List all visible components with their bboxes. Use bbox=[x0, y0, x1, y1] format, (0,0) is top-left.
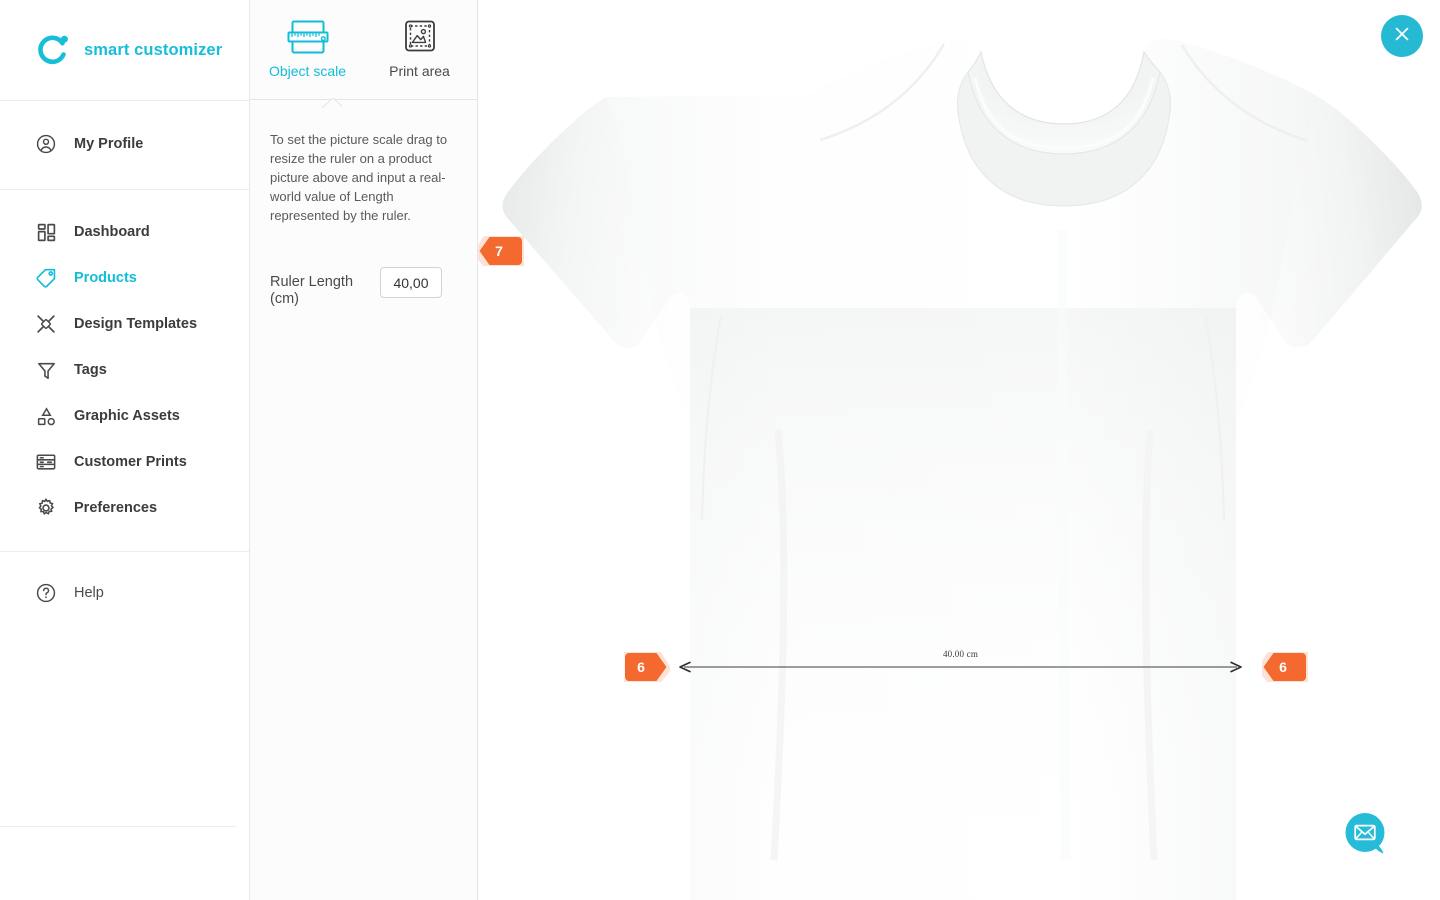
scale-ruler[interactable]: 40.00 cm bbox=[678, 649, 1243, 673]
sidebar-item-label: Customer Prints bbox=[74, 454, 187, 470]
sidebar-item-label: Products bbox=[74, 270, 137, 286]
design-templates-icon bbox=[34, 312, 58, 336]
gear-icon bbox=[34, 496, 58, 520]
sidebar-item-my-profile[interactable]: My Profile bbox=[0, 121, 249, 167]
ruler-measure-label: 40.00 cm bbox=[942, 649, 979, 659]
active-tab-caret bbox=[322, 98, 342, 108]
close-icon bbox=[1393, 25, 1411, 48]
sidebar-item-label: Design Templates bbox=[74, 316, 198, 332]
sidebar-item-label: My Profile bbox=[74, 136, 144, 152]
product-canvas[interactable]: 40.00 cm bbox=[478, 0, 1440, 900]
sidebar-item-products[interactable]: Products bbox=[0, 255, 249, 301]
circle-dot-logo-icon bbox=[36, 33, 70, 67]
shapes-icon bbox=[34, 404, 58, 428]
sidebar-item-label: Tags bbox=[74, 362, 107, 378]
sidebar-group-help: Help bbox=[0, 552, 249, 616]
badge-shape: 7 bbox=[478, 236, 524, 266]
tab-label: Object scale bbox=[268, 63, 347, 79]
object-scale-panel: Object scale Print area To set the pictu… bbox=[250, 0, 478, 900]
prints-icon bbox=[34, 450, 58, 474]
sidebar-item-label: Dashboard bbox=[74, 224, 150, 240]
sidebar-item-label: Graphic Assets bbox=[74, 408, 180, 424]
badge-label: 6 bbox=[1279, 659, 1287, 675]
question-circle-icon bbox=[34, 581, 58, 605]
sidebar-item-help[interactable]: Help bbox=[0, 570, 249, 616]
close-button[interactable] bbox=[1381, 15, 1423, 57]
app-root: smart customizer My Profile Dashboard Pr… bbox=[0, 0, 1440, 900]
sidebar-group-profile: My Profile bbox=[0, 101, 249, 189]
sidebar-item-dashboard[interactable]: Dashboard bbox=[0, 209, 249, 255]
panel-description: To set the picture scale drag to resize … bbox=[270, 132, 448, 223]
white-tshirt-image bbox=[478, 0, 1440, 900]
tab-print-area[interactable]: Print area bbox=[381, 17, 459, 79]
badge-6-ruler-left-handle: 6 bbox=[624, 652, 670, 682]
sidebar: smart customizer My Profile Dashboard Pr… bbox=[0, 0, 250, 900]
badge-7-ruler-length: 7 bbox=[478, 236, 524, 266]
funnel-icon bbox=[34, 358, 58, 382]
badge-shape: 6 bbox=[624, 652, 670, 682]
panel-body: To set the picture scale drag to resize … bbox=[250, 100, 477, 308]
brand-name: smart customizer bbox=[84, 40, 223, 59]
ruler-length-field: Ruler Length (cm) bbox=[270, 267, 457, 308]
tab-label: Print area bbox=[389, 63, 450, 79]
sidebar-item-label: Help bbox=[74, 585, 104, 601]
badge-shape: 6 bbox=[1262, 652, 1308, 682]
badge-label: 7 bbox=[495, 243, 503, 259]
user-circle-icon bbox=[34, 132, 58, 156]
sidebar-divider-3 bbox=[0, 826, 236, 827]
envelope-chat-icon bbox=[1342, 813, 1390, 862]
sidebar-item-graphic-assets[interactable]: Graphic Assets bbox=[0, 393, 249, 439]
badge-6-ruler-right-handle: 6 bbox=[1262, 652, 1308, 682]
sidebar-item-customer-prints[interactable]: Customer Prints bbox=[0, 439, 249, 485]
dashboard-grid-icon bbox=[34, 220, 58, 244]
tab-object-scale[interactable]: Object scale bbox=[269, 17, 347, 79]
ruler-length-label: Ruler Length (cm) bbox=[270, 274, 354, 307]
tag-icon bbox=[34, 266, 58, 290]
sidebar-item-preferences[interactable]: Preferences bbox=[0, 485, 249, 531]
sidebar-group-main: Dashboard Products Design Templates Tags… bbox=[0, 190, 249, 551]
panel-tabs: Object scale Print area bbox=[250, 0, 477, 108]
chat-button[interactable] bbox=[1342, 810, 1390, 858]
sidebar-item-label: Preferences bbox=[74, 500, 158, 516]
sidebar-item-tags[interactable]: Tags bbox=[0, 347, 249, 393]
sidebar-item-design-templates[interactable]: Design Templates bbox=[0, 301, 249, 347]
ruler-length-input[interactable] bbox=[380, 267, 442, 298]
brand-logo[interactable]: smart customizer bbox=[0, 0, 249, 101]
ruler-scale-icon bbox=[286, 17, 330, 57]
badge-label: 6 bbox=[637, 659, 645, 675]
print-area-image-icon bbox=[400, 17, 440, 57]
